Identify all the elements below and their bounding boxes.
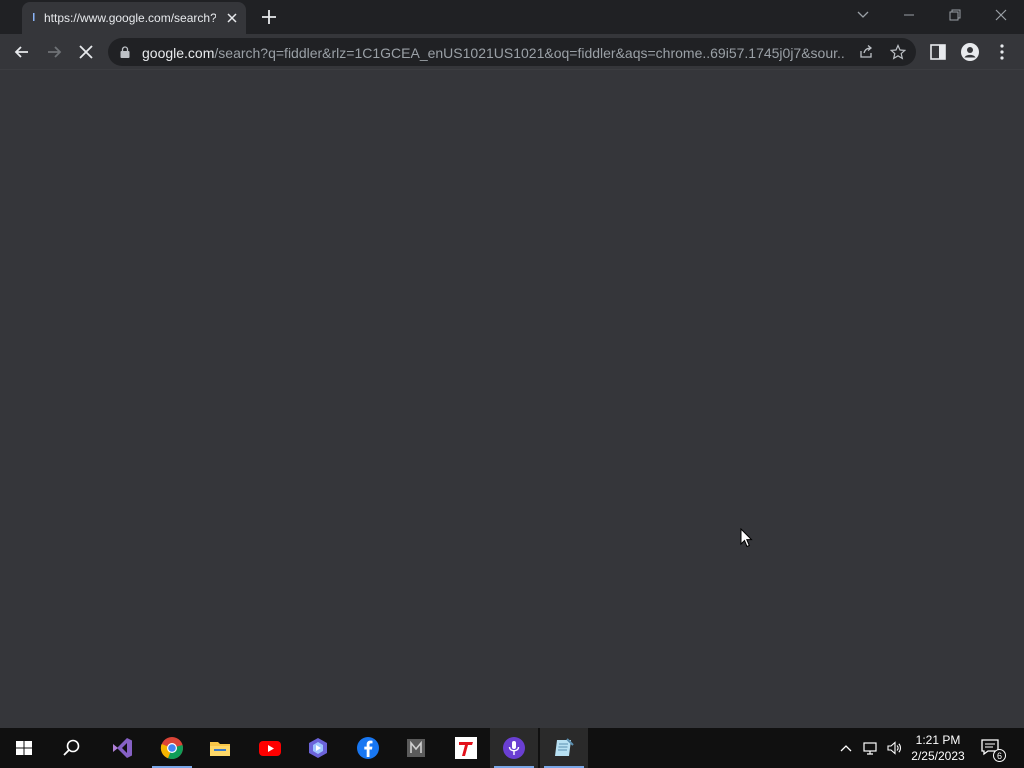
- taskbar-youtube[interactable]: [246, 728, 294, 768]
- lock-icon[interactable]: [120, 46, 130, 58]
- windows-taskbar: 1:21 PM 2/25/2023 6: [0, 728, 1024, 768]
- notification-count-badge: 6: [993, 749, 1006, 762]
- browser-toolbar: google.com/search?q=fiddler&rlz=1C1GCEA_…: [0, 34, 1024, 70]
- profile-icon[interactable]: [960, 42, 980, 62]
- clock-date: 2/25/2023: [911, 749, 965, 763]
- tab-title: https://www.google.com/search?q=fiddler: [44, 11, 216, 25]
- loading-throbber-icon: [33, 13, 35, 21]
- share-icon[interactable]: [858, 44, 874, 60]
- t-app-icon: [455, 737, 477, 759]
- url-path: /search?q=fiddler&rlz=1C1GCEA_enUS1021US…: [214, 45, 844, 61]
- windows-start-icon: [16, 741, 32, 755]
- taskbar-file-explorer[interactable]: [196, 728, 244, 768]
- address-bar[interactable]: google.com/search?q=fiddler&rlz=1C1GCEA_…: [108, 38, 916, 66]
- taskbar-visual-studio[interactable]: [98, 728, 146, 768]
- start-button[interactable]: [0, 728, 48, 768]
- bookmark-star-icon[interactable]: [890, 44, 906, 60]
- tab-strip: https://www.google.com/search?q=fiddler: [0, 0, 1024, 34]
- show-hidden-icons-chevron-icon[interactable]: [838, 740, 854, 756]
- taskbar-chrome[interactable]: [148, 728, 196, 768]
- podcast-icon: [503, 737, 525, 759]
- restore-icon[interactable]: [940, 4, 970, 26]
- taskbar-search-button[interactable]: [48, 728, 96, 768]
- facebook-icon: [357, 737, 379, 759]
- taskbar-clock[interactable]: 1:21 PM 2/25/2023: [900, 732, 976, 764]
- minimize-icon[interactable]: [894, 4, 924, 26]
- chrome-icon: [160, 737, 183, 760]
- new-tab-icon[interactable]: [260, 8, 278, 26]
- close-window-icon[interactable]: [986, 4, 1016, 26]
- forward-icon[interactable]: [44, 42, 64, 62]
- taskbar-podcast-app[interactable]: [490, 728, 538, 768]
- taskbar-notepad[interactable]: [540, 728, 588, 768]
- mouse-cursor-icon: [740, 528, 753, 548]
- page-content: [0, 70, 1024, 728]
- clock-time: 1:21 PM: [915, 733, 961, 747]
- search-icon: [63, 739, 80, 756]
- file-explorer-icon: [210, 742, 230, 756]
- action-center-button[interactable]: 6: [980, 738, 1006, 762]
- copilot-icon: [309, 738, 327, 758]
- visual-studio-icon: [113, 738, 132, 758]
- youtube-icon: [259, 741, 281, 756]
- menu-kebab-icon[interactable]: [992, 42, 1012, 62]
- tab-close-icon[interactable]: [224, 10, 240, 26]
- network-icon[interactable]: [862, 740, 878, 756]
- taskbar-m-app[interactable]: [392, 728, 440, 768]
- tab-search-chevron-icon[interactable]: [848, 4, 878, 26]
- stop-loading-icon[interactable]: [76, 42, 96, 62]
- taskbar-copilot[interactable]: [294, 728, 342, 768]
- m-app-icon: [407, 739, 425, 757]
- back-icon[interactable]: [12, 42, 32, 62]
- taskbar-facebook[interactable]: [344, 728, 392, 768]
- tab-google-search[interactable]: https://www.google.com/search?q=fiddler: [22, 2, 246, 34]
- side-panel-icon[interactable]: [928, 42, 948, 62]
- taskbar-t-app[interactable]: [442, 728, 490, 768]
- url-text[interactable]: google.com/search?q=fiddler&rlz=1C1GCEA_…: [142, 45, 844, 61]
- notepad-icon: [555, 738, 574, 756]
- url-host: google.com: [142, 45, 215, 61]
